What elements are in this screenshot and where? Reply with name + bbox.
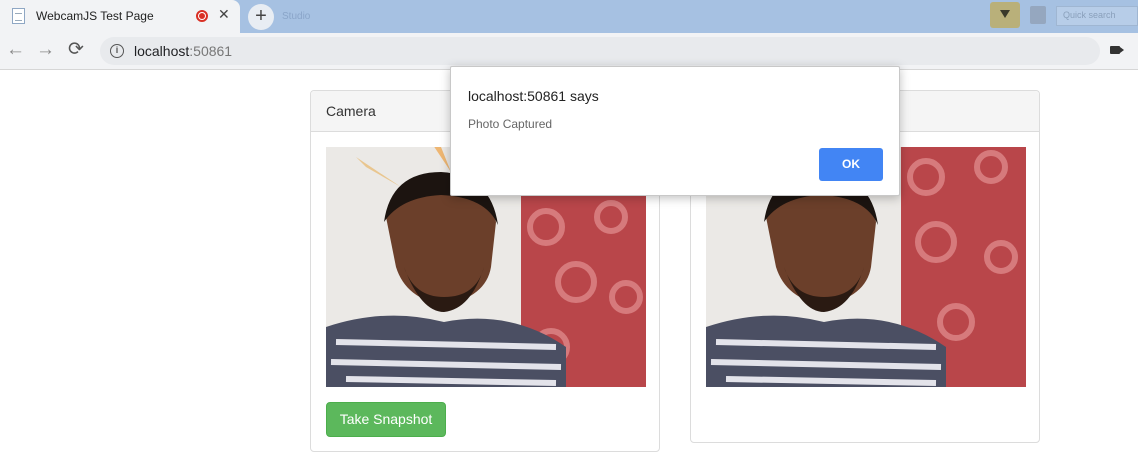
- url-port: :50861: [189, 43, 233, 59]
- tab-strip: WebcamJS Test Page ✕ + Studio Quick sear…: [0, 0, 1138, 33]
- quick-search-input[interactable]: Quick search: [1056, 6, 1138, 26]
- reload-button[interactable]: ⟳: [68, 40, 84, 60]
- url-host: localhost: [134, 43, 190, 59]
- recording-indicator-icon: [196, 10, 208, 22]
- extension-download-icon[interactable]: [990, 2, 1020, 28]
- page-favicon-icon: [12, 8, 25, 24]
- address-bar: ← → ⟳ i localhost:50861: [0, 33, 1138, 70]
- close-tab-button[interactable]: ✕: [218, 6, 230, 23]
- tab-title: WebcamJS Test Page: [36, 9, 154, 23]
- browser-tab[interactable]: WebcamJS Test Page ✕: [0, 0, 240, 33]
- alert-ok-button[interactable]: OK: [819, 148, 883, 181]
- new-tab-button[interactable]: +: [248, 4, 274, 30]
- forward-button[interactable]: →: [36, 40, 55, 60]
- back-button[interactable]: ←: [6, 40, 25, 60]
- url-text: localhost:50861: [134, 43, 232, 59]
- extension-icon[interactable]: [1030, 6, 1046, 24]
- alert-title: localhost:50861 says: [468, 88, 599, 104]
- alert-message: Photo Captured: [468, 117, 553, 131]
- take-snapshot-button[interactable]: Take Snapshot: [326, 402, 446, 437]
- background-tab-hint: Studio: [282, 11, 311, 22]
- url-field[interactable]: i localhost:50861: [100, 37, 1100, 65]
- site-info-icon[interactable]: i: [110, 44, 124, 58]
- camera-in-use-icon[interactable]: [1110, 46, 1120, 54]
- alert-dialog: localhost:50861 says Photo Captured OK: [450, 66, 900, 196]
